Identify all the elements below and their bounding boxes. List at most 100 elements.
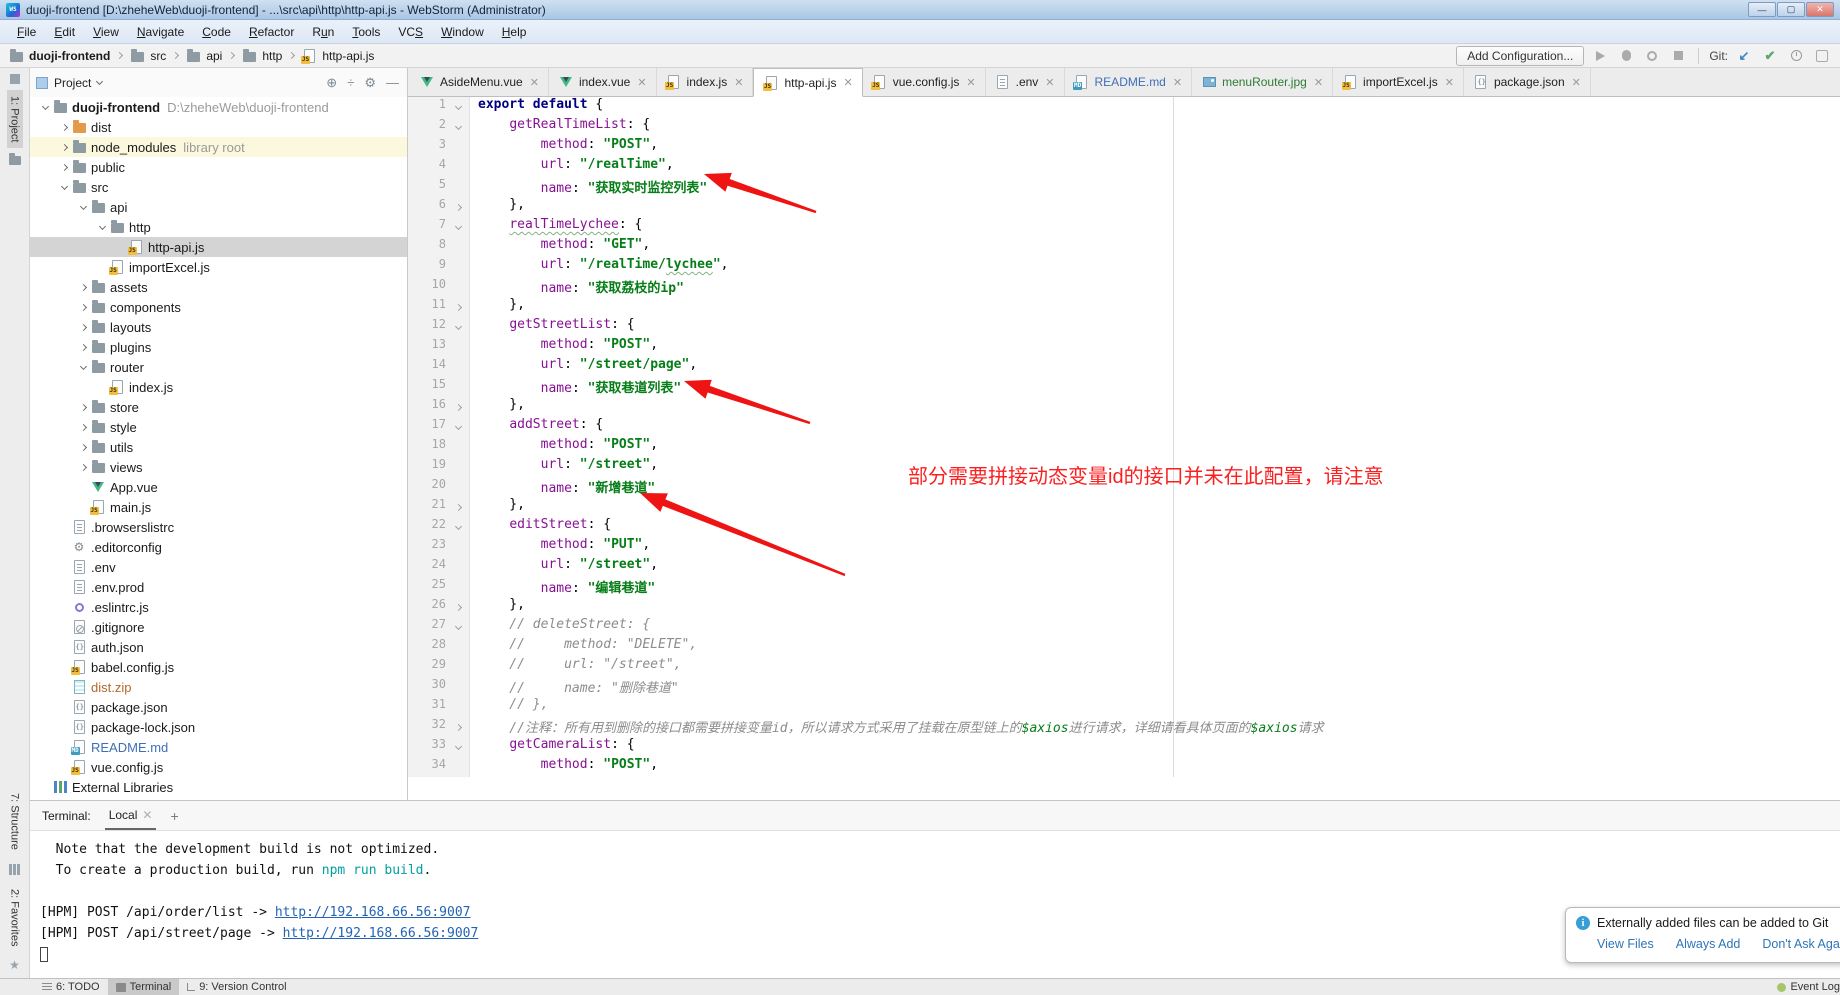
- tree-item-External Libraries[interactable]: External Libraries: [30, 777, 407, 797]
- tree-item-http-api.js[interactable]: JShttp-api.js: [30, 237, 407, 257]
- close-tab-icon[interactable]: ✕: [1572, 76, 1581, 89]
- fold-expand-icon[interactable]: [446, 317, 470, 337]
- menu-window[interactable]: Window: [432, 22, 493, 42]
- menu-edit[interactable]: Edit: [45, 22, 84, 42]
- hide-panel-icon[interactable]: ―: [386, 75, 399, 90]
- chevron-down-icon[interactable]: [76, 206, 90, 209]
- tree-item-.env[interactable]: .env: [30, 557, 407, 577]
- code-line-21[interactable]: 21 },: [408, 497, 1840, 517]
- chevron-right-icon[interactable]: [76, 325, 90, 330]
- terminal-link[interactable]: http://192.168.66.56:9007: [283, 926, 479, 941]
- close-button[interactable]: ✕: [1806, 2, 1834, 17]
- tree-item-dist.zip[interactable]: dist.zip: [30, 677, 407, 697]
- menu-code[interactable]: Code: [193, 22, 240, 42]
- tree-item-babel.config.js[interactable]: JSbabel.config.js: [30, 657, 407, 677]
- code-line-27[interactable]: 27 // deleteStreet: {: [408, 617, 1840, 637]
- close-tab-icon[interactable]: ✕: [843, 76, 852, 89]
- fold-collapse-icon[interactable]: [446, 497, 470, 517]
- fold-collapse-icon[interactable]: [446, 717, 470, 737]
- code-line-13[interactable]: 13 method: "POST",: [408, 337, 1840, 357]
- tree-item-style[interactable]: style: [30, 417, 407, 437]
- code-line-9[interactable]: 9 url: "/realTime/lychee",: [408, 257, 1840, 277]
- tree-item-vue.config.js[interactable]: JSvue.config.js: [30, 757, 407, 777]
- code-line-18[interactable]: 18 method: "POST",: [408, 437, 1840, 457]
- code-line-33[interactable]: 33 getCameraList: {: [408, 737, 1840, 757]
- chevron-right-icon[interactable]: [76, 405, 90, 410]
- code-line-11[interactable]: 11 },: [408, 297, 1840, 317]
- menu-file[interactable]: File: [8, 22, 45, 42]
- code-line-28[interactable]: 28 // method: "DELETE",: [408, 637, 1840, 657]
- editor-tab-vue.config.js[interactable]: JSvue.config.js✕: [863, 68, 986, 96]
- code-line-16[interactable]: 16 },: [408, 397, 1840, 417]
- stripe-tab-favorites[interactable]: 2: Favorites: [7, 883, 23, 952]
- chevron-down-icon[interactable]: [38, 106, 52, 109]
- code-line-4[interactable]: 4 url: "/realTime",: [408, 157, 1840, 177]
- chevron-right-icon[interactable]: [76, 465, 90, 470]
- chevron-right-icon[interactable]: [76, 305, 90, 310]
- add-configuration-button[interactable]: Add Configuration...: [1456, 46, 1584, 66]
- code-line-15[interactable]: 15 name: "获取巷道列表": [408, 377, 1840, 397]
- tree-item-.env.prod[interactable]: .env.prod: [30, 577, 407, 597]
- minimize-button[interactable]: —: [1748, 2, 1776, 17]
- notification-link-don-t-ask-again[interactable]: Don't Ask Again: [1762, 937, 1840, 951]
- fold-collapse-icon[interactable]: [446, 597, 470, 617]
- fold-collapse-icon[interactable]: [446, 297, 470, 317]
- run-icon[interactable]: [1590, 46, 1610, 66]
- project-panel-title[interactable]: Project: [54, 76, 91, 90]
- history-clock-icon[interactable]: [1786, 46, 1806, 66]
- close-tab-icon[interactable]: ✕: [1314, 76, 1323, 89]
- code-line-34[interactable]: 34 method: "POST",: [408, 757, 1840, 777]
- tree-item-components[interactable]: components: [30, 297, 407, 317]
- tree-item-importExcel.js[interactable]: JSimportExcel.js: [30, 257, 407, 277]
- tree-item-.editorconfig[interactable]: ⚙.editorconfig: [30, 537, 407, 557]
- chevron-right-icon[interactable]: [76, 285, 90, 290]
- menu-vcs[interactable]: VCS: [389, 22, 432, 42]
- tree-item-router[interactable]: router: [30, 357, 407, 377]
- fold-expand-icon[interactable]: [446, 217, 470, 237]
- code-line-24[interactable]: 24 url: "/street",: [408, 557, 1840, 577]
- fold-expand-icon[interactable]: [446, 517, 470, 537]
- tree-item-.gitignore[interactable]: .gitignore: [30, 617, 407, 637]
- menu-tools[interactable]: Tools: [343, 22, 389, 42]
- locate-file-icon[interactable]: ⊕: [326, 75, 337, 91]
- tree-item-package.json[interactable]: package.json: [30, 697, 407, 717]
- tree-item-views[interactable]: views: [30, 457, 407, 477]
- maximize-button[interactable]: ▢: [1777, 2, 1805, 17]
- tree-item-store[interactable]: store: [30, 397, 407, 417]
- code-line-7[interactable]: 7 realTimeLychee: {: [408, 217, 1840, 237]
- git-commit-icon[interactable]: ✔: [1760, 46, 1780, 66]
- notification-link-view-files[interactable]: View Files: [1597, 937, 1654, 951]
- chevron-right-icon[interactable]: [76, 425, 90, 430]
- debug-icon[interactable]: [1616, 46, 1636, 66]
- tree-item-src[interactable]: src: [30, 177, 407, 197]
- editor-tab-index.js[interactable]: JSindex.js✕: [657, 68, 754, 96]
- code-line-29[interactable]: 29 // url: "/street",: [408, 657, 1840, 677]
- code-editor[interactable]: 1export default {2 getRealTimeList: {3 m…: [408, 97, 1840, 777]
- new-terminal-plus-icon[interactable]: +: [170, 808, 178, 824]
- tree-item-README.md[interactable]: MDREADME.md: [30, 737, 407, 757]
- chevron-down-icon[interactable]: [76, 366, 90, 369]
- tree-item-duoji-frontend[interactable]: duoji-frontendD:\zheheWeb\duoji-frontend: [30, 97, 407, 117]
- menu-navigate[interactable]: Navigate: [128, 22, 193, 42]
- collapse-all-icon[interactable]: ÷: [347, 75, 354, 90]
- fold-expand-icon[interactable]: [446, 117, 470, 137]
- fold-expand-icon[interactable]: [446, 617, 470, 637]
- tree-item-dist[interactable]: dist: [30, 117, 407, 137]
- code-line-14[interactable]: 14 url: "/street/page",: [408, 357, 1840, 377]
- breadcrumb-src[interactable]: src: [129, 48, 166, 64]
- notification-link-always-add[interactable]: Always Add: [1676, 937, 1741, 951]
- fold-expand-icon[interactable]: [446, 417, 470, 437]
- editor-tab-AsideMenu.vue[interactable]: AsideMenu.vue✕: [410, 68, 549, 96]
- chevron-down-icon[interactable]: [57, 186, 71, 189]
- close-tab-icon[interactable]: ✕: [637, 76, 646, 89]
- close-tab-icon[interactable]: ✕: [1445, 76, 1454, 89]
- breadcrumb-http[interactable]: http: [241, 48, 282, 64]
- code-line-17[interactable]: 17 addStreet: {: [408, 417, 1840, 437]
- editor-tab-.env[interactable]: .env✕: [986, 68, 1065, 96]
- tree-item-auth.json[interactable]: auth.json: [30, 637, 407, 657]
- stripe-tab-structure[interactable]: 7: Structure: [7, 787, 23, 856]
- editor-tab-README.md[interactable]: MDREADME.md✕: [1065, 68, 1193, 96]
- fold-expand-icon[interactable]: [446, 737, 470, 757]
- breadcrumb-duoji-frontend[interactable]: duoji-frontend: [8, 48, 110, 64]
- tree-item-main.js[interactable]: JSmain.js: [30, 497, 407, 517]
